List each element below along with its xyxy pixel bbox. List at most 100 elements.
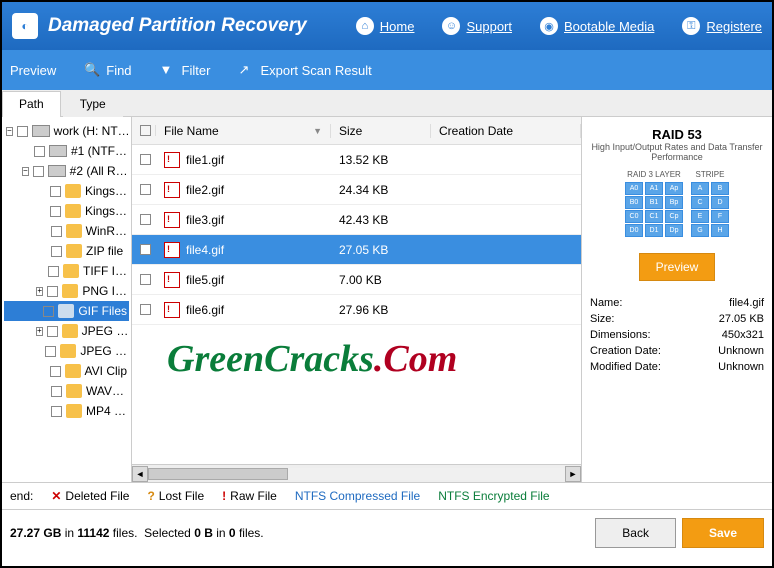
scroll-thumb[interactable]: [148, 468, 288, 480]
tab-bar: Path Type: [2, 90, 772, 117]
tree-label: #2 (All R…: [70, 164, 128, 178]
tree-label: #1 (NTF…: [71, 144, 127, 158]
checkbox[interactable]: [47, 286, 58, 297]
file-size: 13.52 KB: [331, 153, 431, 167]
row-checkbox[interactable]: [140, 184, 151, 195]
row-checkbox[interactable]: [140, 274, 151, 285]
table-row[interactable]: file5.gif7.00 KB: [132, 265, 581, 295]
tree-item[interactable]: JPEG …: [4, 341, 129, 361]
collapse-icon[interactable]: −: [6, 127, 13, 136]
folder-icon: [60, 344, 76, 358]
row-checkbox[interactable]: [140, 214, 151, 225]
export-button[interactable]: ↗Export Scan Result: [238, 62, 371, 78]
tree-label: WinR…: [86, 224, 127, 238]
tree-item[interactable]: −work (H: NT…: [4, 121, 129, 141]
table-row[interactable]: file4.gif27.05 KB: [132, 235, 581, 265]
checkbox[interactable]: [51, 386, 62, 397]
find-button[interactable]: 🔍Find: [84, 62, 131, 78]
back-button[interactable]: Back: [595, 518, 676, 548]
gif-file-icon: [164, 182, 180, 198]
gif-file-icon: [164, 212, 180, 228]
column-filename[interactable]: File Name▼: [156, 124, 331, 138]
tree-item[interactable]: ZIP file: [4, 241, 129, 261]
scroll-left-icon[interactable]: ◄: [132, 466, 148, 482]
file-size: 27.96 KB: [331, 303, 431, 317]
column-checkbox[interactable]: [132, 125, 156, 136]
checkbox[interactable]: [34, 146, 45, 157]
save-button[interactable]: Save: [682, 518, 764, 548]
meta-key: Dimensions:: [590, 329, 651, 341]
collapse-icon[interactable]: −: [22, 167, 29, 176]
checkbox[interactable]: [48, 266, 59, 277]
horizontal-scrollbar[interactable]: ◄ ►: [132, 464, 581, 482]
folder-icon: [65, 204, 81, 218]
row-checkbox[interactable]: [140, 154, 151, 165]
checkbox[interactable]: [51, 246, 62, 257]
app-logo-icon: ◐: [12, 13, 38, 39]
table-row[interactable]: file1.gif13.52 KB: [132, 145, 581, 175]
table-row[interactable]: file6.gif27.96 KB: [132, 295, 581, 325]
checkbox[interactable]: [45, 346, 56, 357]
checkbox[interactable]: [17, 126, 28, 137]
nav-label: Registere: [706, 19, 762, 34]
table-row[interactable]: file3.gif42.43 KB: [132, 205, 581, 235]
tree-item[interactable]: #1 (NTF…: [4, 141, 129, 161]
tree-item[interactable]: MP4 …: [4, 401, 129, 421]
checkbox[interactable]: [50, 206, 61, 217]
tab-path[interactable]: Path: [2, 91, 61, 117]
tree-item[interactable]: +PNG I…: [4, 281, 129, 301]
preview-button-panel[interactable]: Preview: [639, 253, 716, 281]
nav-bootable-media[interactable]: ◉Bootable Media: [540, 17, 654, 35]
checkbox[interactable]: [33, 166, 44, 177]
expand-icon[interactable]: +: [36, 287, 43, 296]
file-size: 42.43 KB: [331, 213, 431, 227]
table-header: File Name▼ Size Creation Date: [132, 117, 581, 145]
tree-item[interactable]: WinR…: [4, 221, 129, 241]
tree-item[interactable]: Kings…: [4, 181, 129, 201]
toolbar: Preview 🔍Find ▼Filter ↗Export Scan Resul…: [2, 50, 772, 90]
legend-ntfs-encrypted: NTFS Encrypted File: [438, 489, 549, 503]
checkbox[interactable]: [51, 226, 62, 237]
meta-value: Unknown: [718, 345, 764, 357]
preview-label: Preview: [10, 63, 56, 78]
preview-subtitle: High Input/Output Rates and Data Transfe…: [590, 142, 764, 162]
checkbox[interactable]: [43, 306, 54, 317]
folder-icon: [65, 184, 81, 198]
checkbox[interactable]: [50, 186, 61, 197]
tree-item[interactable]: Kings…: [4, 201, 129, 221]
expand-icon[interactable]: +: [36, 327, 43, 336]
tree-item[interactable]: − #2 (All R…: [4, 161, 129, 181]
folder-icon: [58, 304, 74, 318]
tree-item[interactable]: TIFF I…: [4, 261, 129, 281]
tree-item[interactable]: GIF Files: [4, 301, 129, 321]
column-creation-date[interactable]: Creation Date: [431, 124, 581, 138]
gif-file-icon: [164, 242, 180, 258]
meta-value: file4.gif: [729, 297, 764, 309]
legend-bar: end: ✕Deleted File ?Lost File !Raw File …: [2, 482, 772, 509]
column-size[interactable]: Size: [331, 124, 431, 138]
row-checkbox[interactable]: [140, 244, 151, 255]
tree-item[interactable]: + JPEG …: [4, 321, 129, 341]
nav-support[interactable]: ☺Support: [442, 17, 512, 35]
legend-lost: ?Lost File: [147, 489, 204, 503]
folder-icon: [62, 284, 78, 298]
export-icon: ↗: [238, 62, 254, 78]
tree-label: JPEG …: [82, 324, 129, 338]
filter-button[interactable]: ▼Filter: [160, 62, 211, 78]
file-list: file1.gif13.52 KBfile2.gif24.34 KBfile3.…: [132, 145, 581, 464]
tree-item[interactable]: AVI Clip: [4, 361, 129, 381]
scroll-right-icon[interactable]: ►: [565, 466, 581, 482]
row-checkbox[interactable]: [140, 304, 151, 315]
table-row[interactable]: file2.gif24.34 KB: [132, 175, 581, 205]
checkbox[interactable]: [47, 326, 58, 337]
nav-registered[interactable]: ⚿Registere: [682, 17, 762, 35]
checkbox[interactable]: [50, 366, 61, 377]
folder-tree[interactable]: −work (H: NT… #1 (NTF… − #2 (All R… Kings…Ki…: [2, 117, 132, 482]
folder-icon: [63, 264, 79, 278]
nav-home[interactable]: ⌂Home: [356, 17, 415, 35]
checkbox[interactable]: [51, 406, 62, 417]
tree-item[interactable]: WAV…: [4, 381, 129, 401]
preview-button[interactable]: Preview: [10, 63, 56, 78]
tab-type[interactable]: Type: [63, 91, 123, 117]
drive-icon: [32, 125, 50, 137]
